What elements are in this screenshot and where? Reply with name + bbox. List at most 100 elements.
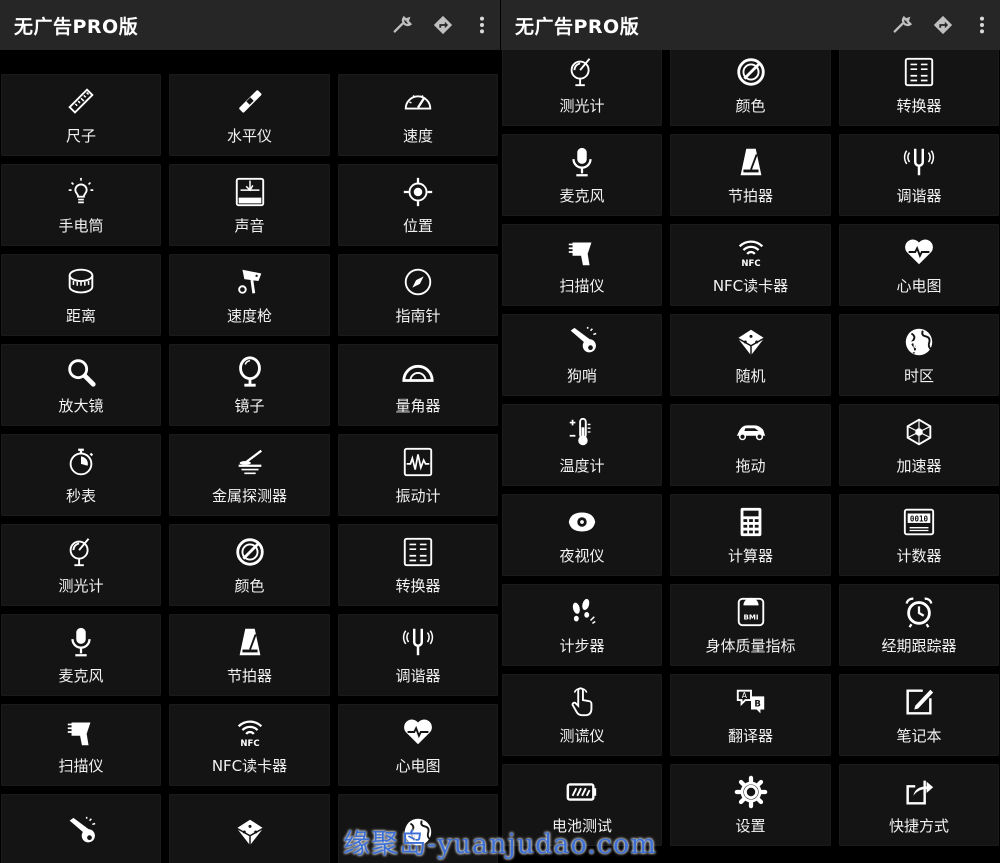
tool-label: 计算器	[727, 546, 773, 565]
svg-text:NFC: NFC	[240, 739, 259, 749]
tool-tile[interactable]: 距离	[1, 254, 161, 336]
tool-label: 调谐器	[395, 666, 441, 685]
share-icon	[902, 775, 936, 809]
nfc-icon: NFC	[233, 715, 267, 749]
tool-tile[interactable]: 麦克风	[502, 134, 662, 216]
tool-tile[interactable]: NFC NFC读卡器	[169, 704, 330, 786]
tool-tile[interactable]: 温度计	[502, 404, 662, 486]
tool-tile[interactable]: 节拍器	[670, 134, 831, 216]
tool-tile[interactable]: 声音	[169, 164, 330, 246]
more-vert-icon[interactable]	[474, 12, 490, 38]
car-icon	[734, 415, 768, 449]
tool-tile[interactable]: NFC NFC读卡器	[670, 224, 831, 306]
tuning-fork-icon	[401, 625, 435, 659]
speed-camera-icon	[233, 265, 267, 299]
tool-grid-viewport[interactable]: 测光计 颜色 转换器麦克风 节拍器 调谐器扫描仪 NFC NFC读卡器 心电图狗哨 随机 时区温度…	[501, 50, 1000, 863]
tool-label: 麦克风	[58, 666, 104, 685]
tool-label: 振动计	[395, 486, 441, 505]
tool-tile[interactable]: 节拍器	[169, 614, 330, 696]
tool-tile[interactable]: 振动计	[338, 434, 498, 516]
tool-tile[interactable]: 指南针	[338, 254, 498, 336]
tool-tile[interactable]: 测光计	[502, 50, 662, 126]
tool-tile[interactable]: 夜视仪	[502, 494, 662, 576]
tool-label: 计步器	[559, 636, 605, 655]
tool-tile[interactable]: 速度枪	[169, 254, 330, 336]
tool-tile[interactable]: 扫描仪	[502, 224, 662, 306]
tool-label: 拖动	[735, 456, 766, 475]
tool-label: 身体质量指标	[705, 636, 796, 655]
tool-tile[interactable]: A B 翻译器	[670, 674, 831, 756]
tool-label: 测光计	[58, 576, 104, 595]
bmi-scale-icon: BMI	[734, 595, 768, 629]
dice-icon	[734, 325, 768, 359]
tool-label: 位置	[402, 216, 433, 235]
tool-tile[interactable]: 调谐器	[839, 134, 999, 216]
directions-icon[interactable]	[430, 12, 456, 38]
tape-measure-icon	[64, 265, 98, 299]
watermark: 缘聚岛-yuanjudao.com	[343, 829, 657, 860]
metronome-icon	[233, 625, 267, 659]
tool-tile[interactable]: 扫描仪	[1, 704, 161, 786]
tool-grid-viewport[interactable]: 尺子 水平仪 速度手电筒 声音 位置距离 速度枪 指南针放大镜 镜子 量角器秒表 金属探测器 振动计…	[0, 50, 500, 863]
tool-tile[interactable]: 计算器	[670, 494, 831, 576]
tool-tile[interactable]: 加速器	[839, 404, 999, 486]
vibration-icon	[401, 445, 435, 479]
tool-tile[interactable]: 拖动	[670, 404, 831, 486]
tool-tile[interactable]: 心电图	[839, 224, 999, 306]
tool-tile[interactable]: 测谎仪	[502, 674, 662, 756]
tool-label: 测光计	[559, 96, 605, 115]
tool-label: 扫描仪	[559, 276, 605, 295]
tool-label: 镜子	[234, 396, 265, 415]
wrench-icon[interactable]	[890, 12, 916, 38]
tool-tile[interactable]: 金属探测器	[169, 434, 330, 516]
tool-tile[interactable]: 转换器	[338, 524, 498, 606]
right-screen: 无广告PRO版 测光计 颜色 转换器麦克风 节拍器 调谐器扫描仪 NFC NFC读卡器 心电图…	[501, 0, 1000, 863]
tool-tile[interactable]: 笔记本	[839, 674, 999, 756]
tool-label: 转换器	[896, 96, 942, 115]
tool-tile[interactable]: 尺子	[1, 74, 161, 156]
tool-label: 放大镜	[58, 396, 104, 415]
tool-tile[interactable]: 时区	[839, 314, 999, 396]
sound-meter-icon	[233, 175, 267, 209]
tool-tile[interactable]: 颜色	[670, 50, 831, 126]
tool-tile[interactable]: 秒表	[1, 434, 161, 516]
tool-tile[interactable]: 手电筒	[1, 164, 161, 246]
tool-tile[interactable]: 计步器	[502, 584, 662, 666]
tool-tile[interactable]: 心电图	[338, 704, 498, 786]
tool-tile[interactable]: 位置	[338, 164, 498, 246]
tool-tile[interactable]: 调谐器	[338, 614, 498, 696]
tool-tile[interactable]: 麦克风	[1, 614, 161, 696]
tool-tile[interactable]: 放大镜	[1, 344, 161, 426]
heart-icon	[401, 715, 435, 749]
tool-tile[interactable]: 镜子	[169, 344, 330, 426]
tool-tile[interactable]: 转换器	[839, 50, 999, 126]
metal-detector-icon	[233, 445, 267, 479]
note-edit-icon	[902, 685, 936, 719]
tool-tile[interactable]: 速度	[338, 74, 498, 156]
tool-tile[interactable]: BMI 身体质量指标	[670, 584, 831, 666]
tool-label: 节拍器	[226, 666, 272, 685]
tool-tile[interactable]: 经期跟踪器	[839, 584, 999, 666]
tool-label: 麦克风	[559, 186, 605, 205]
tool-label: 心电图	[395, 756, 441, 775]
scanner-icon	[64, 715, 98, 749]
svg-text:B: B	[754, 699, 760, 709]
tool-tile[interactable]: 0010 计数器	[839, 494, 999, 576]
tool-tile[interactable]: 颜色	[169, 524, 330, 606]
tool-tile[interactable]: 狗哨	[502, 314, 662, 396]
tool-tile[interactable]: 测光计	[1, 524, 161, 606]
tool-tile[interactable]: 水平仪	[169, 74, 330, 156]
tool-label: 速度枪	[226, 306, 272, 325]
gear-icon	[734, 775, 768, 809]
more-vert-icon[interactable]	[974, 12, 990, 38]
tool-tile[interactable]: 量角器	[338, 344, 498, 426]
wrench-icon[interactable]	[390, 12, 416, 38]
tool-tile[interactable]: 随机	[670, 314, 831, 396]
calculator-icon	[734, 505, 768, 539]
directions-icon[interactable]	[930, 12, 956, 38]
light-meter-icon	[64, 535, 98, 569]
app-bar: 无广告PRO版	[501, 0, 1000, 50]
tool-label: 量角器	[395, 396, 441, 415]
converter-icon	[401, 535, 435, 569]
svg-text:BMI: BMI	[743, 612, 758, 621]
